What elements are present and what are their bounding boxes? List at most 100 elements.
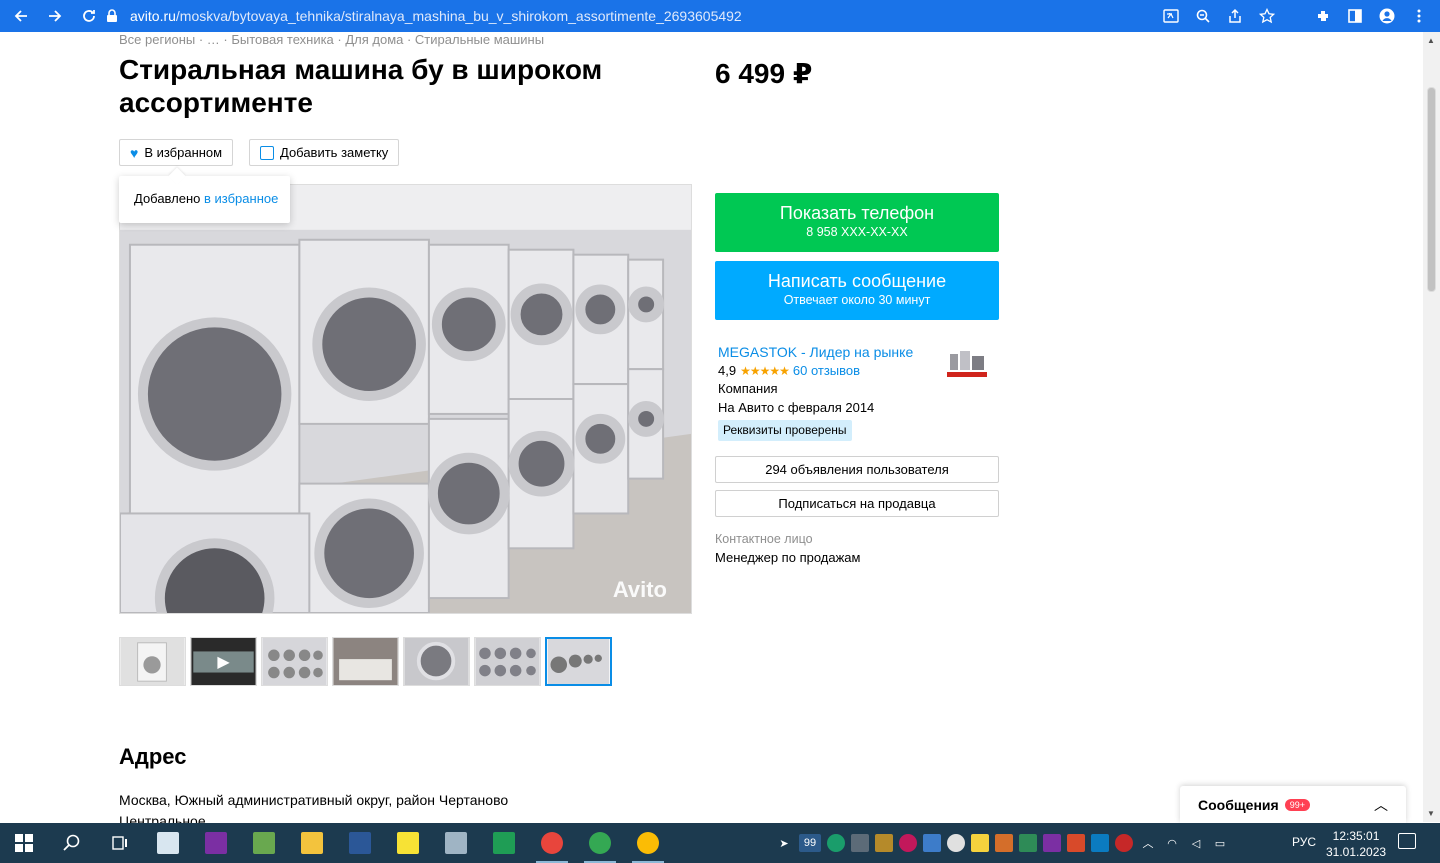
network-icon[interactable]: ◠ — [1163, 834, 1181, 852]
reviews-link[interactable]: 60 отзывов — [793, 363, 860, 378]
breadcrumb[interactable]: Все регионы · … · Бытовая техника · Для … — [119, 32, 544, 47]
monitor-icon[interactable] — [851, 834, 869, 852]
messages-panel[interactable]: Сообщения 99+ ︿ — [1180, 786, 1406, 823]
address-heading: Адрес — [119, 744, 187, 769]
file-explorer-icon[interactable] — [288, 823, 336, 863]
profile-icon[interactable] — [1376, 5, 1398, 27]
phone-masked: 8 958 XXX-XX-XX — [806, 225, 908, 239]
chrome-profile-icon[interactable] — [576, 823, 624, 863]
note-label: Добавить заметку — [280, 145, 389, 160]
seller-rating: 4,9 — [718, 362, 737, 378]
system-clock[interactable]: 12:35:01 31.01.2023 — [1326, 828, 1386, 860]
write-message-button[interactable]: Написать сообщение Отвечает около 30 мин… — [715, 261, 999, 320]
subscribe-seller-button[interactable]: Подписаться на продавца — [715, 490, 999, 517]
washing-machines-image — [120, 185, 691, 613]
telegram-icon[interactable]: ➤ — [775, 834, 793, 852]
back-icon[interactable] — [8, 3, 34, 29]
page-scrollbar[interactable]: ▲ ▼ — [1423, 32, 1440, 822]
volume-icon[interactable]: ◁ — [1187, 834, 1205, 852]
folder-tray-icon[interactable] — [875, 834, 893, 852]
shield-icon[interactable] — [827, 834, 845, 852]
response-time: Отвечает около 30 минут — [783, 293, 931, 307]
system-tray: ➤ 99 ︿ ◠ ◁ ▭ — [775, 823, 1229, 863]
notifications-icon[interactable] — [1398, 833, 1416, 849]
notes-tray-icon[interactable] — [971, 834, 989, 852]
zoom-icon[interactable] — [1192, 5, 1214, 27]
antivirus-icon[interactable] — [1115, 834, 1133, 852]
windows-start-icon[interactable] — [0, 823, 48, 863]
write-message-label: Написать сообщение — [767, 271, 947, 291]
extensions-icon[interactable] — [1312, 5, 1334, 27]
calculator-app-icon[interactable] — [432, 823, 480, 863]
scroll-up-icon[interactable]: ▲ — [1427, 36, 1435, 45]
task-view-icon[interactable] — [96, 823, 144, 863]
notepad-app-icon[interactable] — [240, 823, 288, 863]
chevron-up-icon[interactable]: ︿ — [1374, 795, 1388, 815]
translate-icon[interactable] — [1160, 5, 1182, 27]
listing-price: 6 499 ₽ — [715, 58, 813, 89]
share-icon[interactable] — [1224, 5, 1246, 27]
word-icon[interactable] — [336, 823, 384, 863]
screenshot-icon[interactable] — [923, 834, 941, 852]
steam-icon[interactable] — [947, 834, 965, 852]
scrollbar-thumb[interactable] — [1427, 87, 1436, 292]
avito-watermark: Avito — [612, 577, 667, 602]
language-indicator[interactable]: РУС — [1292, 835, 1316, 849]
seller-type: Компания — [718, 381, 778, 396]
keyboard-icon[interactable]: ▭ — [1211, 834, 1229, 852]
favorite-button[interactable]: ♥ В избранном — [119, 139, 234, 166]
show-phone-label: Показать телефон — [779, 203, 935, 223]
thumbnail[interactable] — [119, 637, 186, 686]
menu-icon[interactable] — [1408, 5, 1430, 27]
heart-icon: ♥ — [130, 144, 139, 161]
photo-thumbnails: ▶ — [119, 637, 612, 686]
url-host: avito.ru — [130, 8, 176, 24]
rating-stars-icon: ★★★★★ — [740, 363, 790, 378]
spreadsheet-app-icon[interactable] — [480, 823, 528, 863]
chrome-profile-r-icon[interactable] — [624, 823, 672, 863]
show-phone-button[interactable]: Показать телефон 8 958 XXX-XX-XX — [715, 193, 999, 252]
contact-person-value: Менеджер по продажам — [715, 550, 861, 565]
forward-icon[interactable] — [42, 3, 68, 29]
cloud-icon[interactable] — [1019, 834, 1037, 852]
wifi-icon[interactable]: ︿ — [1139, 834, 1157, 852]
app-tray-icon[interactable] — [1067, 834, 1085, 852]
video-thumbnail[interactable]: ▶ — [190, 637, 257, 686]
seller-logo[interactable] — [944, 348, 990, 382]
app-tray-icon[interactable] — [899, 834, 917, 852]
thumbnail[interactable] — [332, 637, 399, 686]
clipboard-app-icon[interactable] — [144, 823, 192, 863]
scroll-down-icon[interactable]: ▼ — [1427, 809, 1435, 818]
reload-icon[interactable] — [76, 3, 102, 29]
app-tray-icon[interactable] — [995, 834, 1013, 852]
sticky-notes-icon[interactable] — [384, 823, 432, 863]
thumbnail[interactable] — [403, 637, 470, 686]
tooltip-text: Добавлено — [134, 191, 205, 206]
contact-person-label: Контактное лицо — [715, 532, 813, 546]
chrome-icon[interactable] — [528, 823, 576, 863]
add-note-button[interactable]: Добавить заметку — [249, 139, 400, 166]
play-icon: ▶ — [217, 653, 230, 671]
tray-badge[interactable]: 99 — [799, 834, 821, 852]
clock-time: 12:35:01 — [1332, 829, 1380, 843]
favorite-tooltip: Добавлено в избранное — [119, 176, 290, 223]
seller-rating-row: 4,9 ★★★★★ 60 отзывов — [718, 362, 913, 381]
search-icon[interactable] — [48, 823, 96, 863]
address-bar[interactable]: avito.ru/moskva/bytovaya_tehnika/stiraln… — [106, 0, 742, 32]
thumbnail[interactable] — [261, 637, 328, 686]
messages-count-badge: 99+ — [1284, 798, 1310, 811]
seller-ads-button[interactable]: 294 объявления пользователя — [715, 456, 999, 483]
listing-title: Стиральная машина бу в широком ассортиме… — [119, 54, 603, 118]
verified-badge[interactable]: Реквизиты проверены — [718, 420, 852, 441]
thumbnail-active[interactable] — [545, 637, 612, 686]
bookmark-star-icon[interactable] — [1256, 5, 1278, 27]
thumbnail[interactable] — [474, 637, 541, 686]
sidebar-icon[interactable] — [1344, 5, 1366, 27]
onenote-icon[interactable] — [192, 823, 240, 863]
onenote-tray-icon[interactable] — [1043, 834, 1061, 852]
lock-icon — [107, 9, 117, 22]
fx-icon[interactable] — [1091, 834, 1109, 852]
seller-name[interactable]: MEGASTOK - Лидер на рынке — [718, 343, 913, 362]
favorites-link[interactable]: в избранное — [204, 191, 278, 206]
main-photo[interactable]: Avito — [119, 184, 692, 614]
